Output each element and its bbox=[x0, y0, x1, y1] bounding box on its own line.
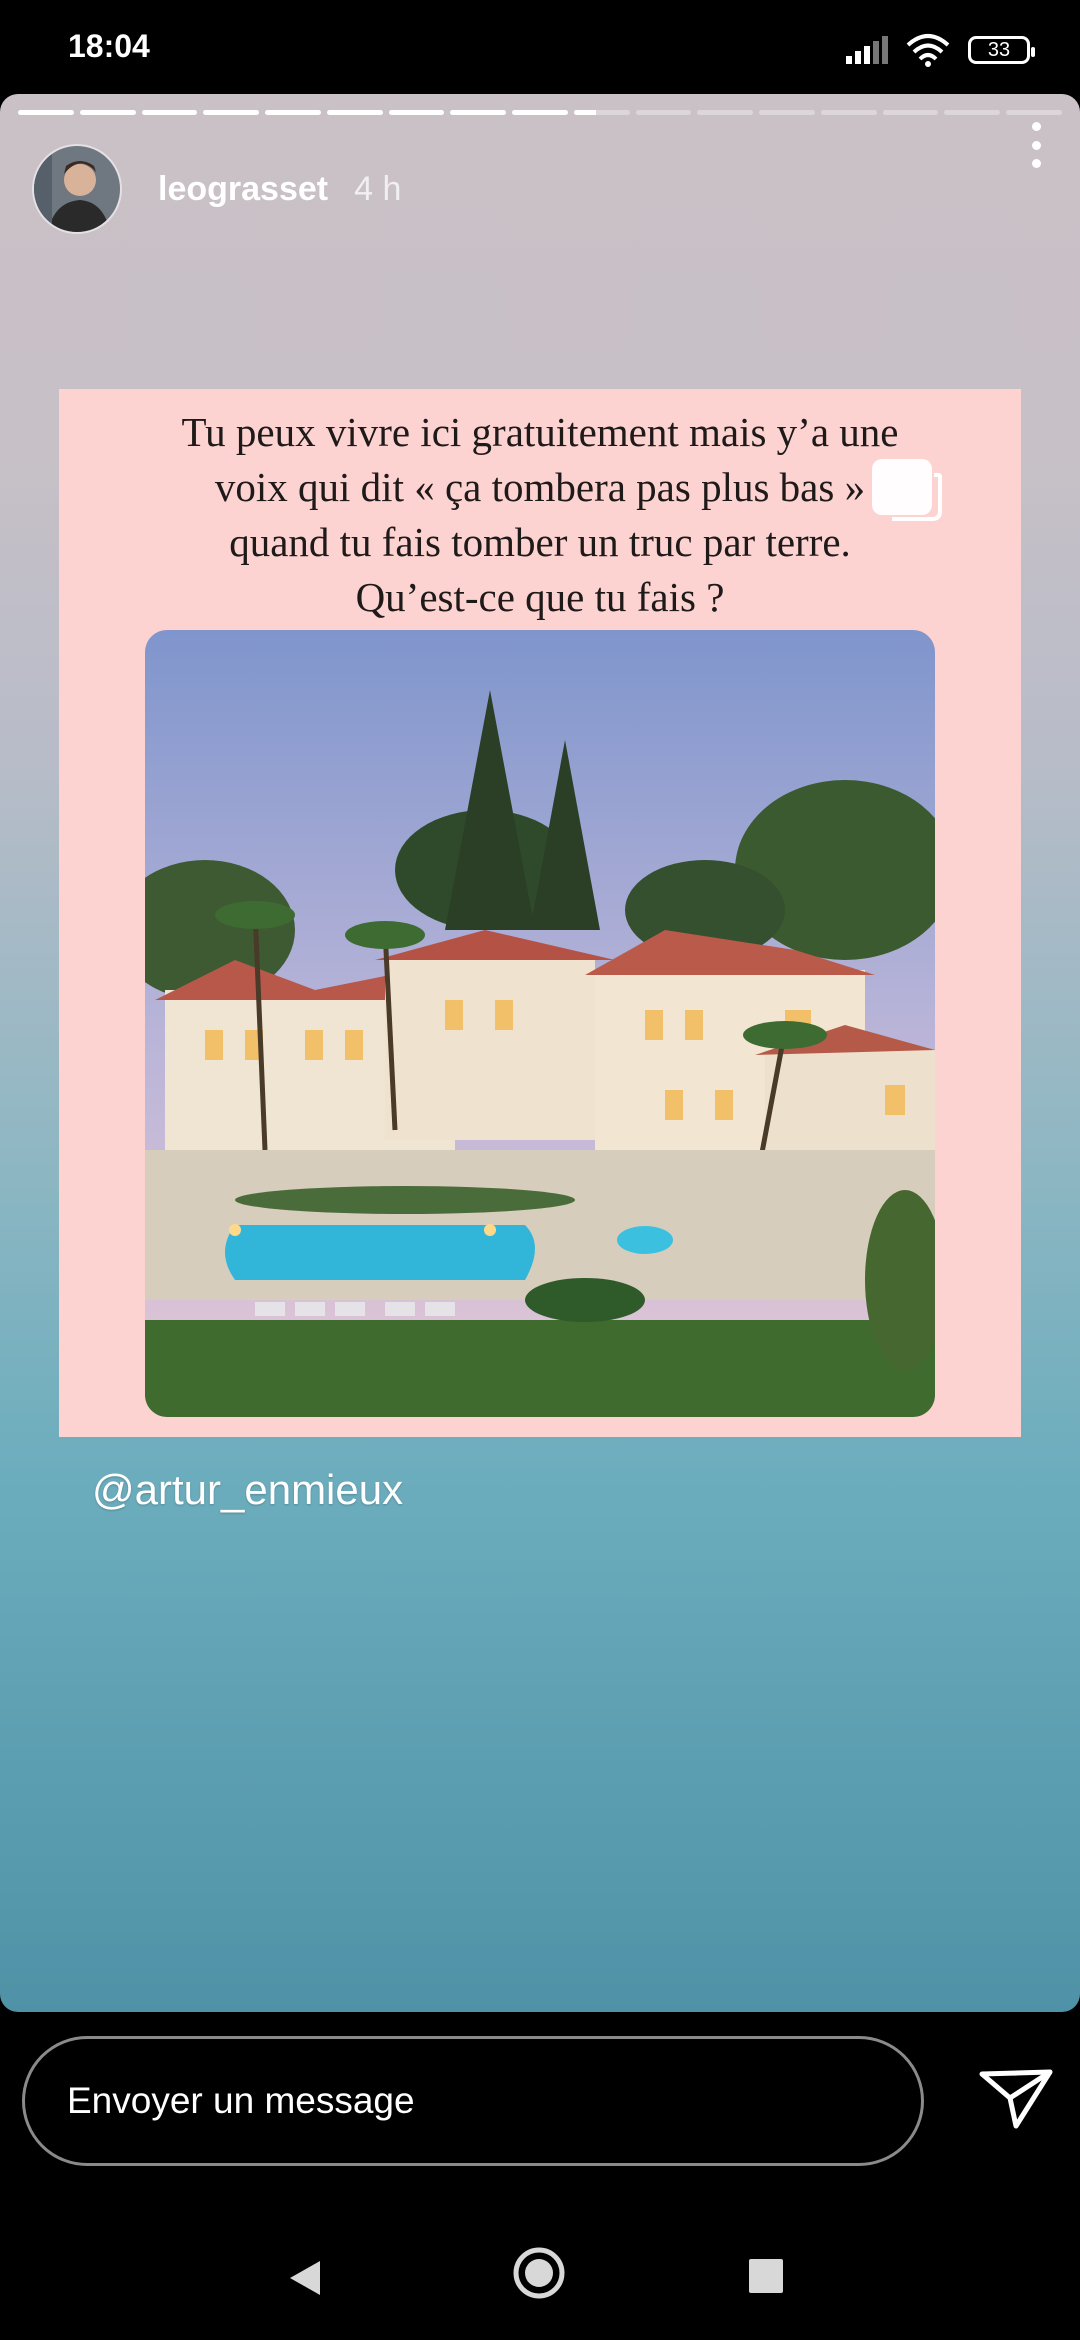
story-timestamp: 4 h bbox=[354, 169, 402, 208]
send-paper-plane-icon[interactable] bbox=[976, 2064, 1056, 2134]
story-progress-segment bbox=[326, 110, 383, 115]
story-header: leograsset 4 h bbox=[32, 144, 1048, 234]
story-progress-segment bbox=[573, 110, 630, 115]
post-text-line: voix qui dit « ça tombera pas plus bas » bbox=[214, 464, 866, 510]
message-input[interactable]: Envoyer un message bbox=[22, 2036, 924, 2166]
story-progress-segment bbox=[265, 110, 321, 115]
wifi-icon bbox=[906, 34, 950, 67]
status-time: 18:04 bbox=[68, 28, 150, 64]
mention-sticker[interactable]: @artur_enmieux bbox=[92, 1466, 403, 1514]
shared-post-card[interactable]: Tu peux vivre ici gratuitement mais y’a … bbox=[59, 389, 1021, 1437]
post-text-line: Qu’est-ce que tu fais ? bbox=[355, 574, 725, 620]
battery-level: 33 bbox=[987, 38, 1011, 61]
username[interactable]: leograsset bbox=[158, 170, 328, 209]
story-progress-segment bbox=[203, 110, 260, 115]
avatar[interactable] bbox=[32, 144, 122, 234]
story-progress-segment bbox=[141, 110, 198, 115]
more-vertical-icon[interactable] bbox=[1026, 122, 1046, 168]
story-progress-segment bbox=[759, 110, 815, 115]
nav-home-icon[interactable] bbox=[512, 2246, 566, 2300]
story-progress-segment bbox=[635, 110, 692, 115]
post-text: Tu peux vivre ici gratuitement mais y’a … bbox=[99, 405, 981, 625]
sticker-icon[interactable] bbox=[868, 455, 942, 523]
nav-recent-icon[interactable] bbox=[749, 2259, 783, 2293]
story-progress-segment bbox=[882, 110, 939, 115]
post-text-line: quand tu fais tomber un truc par terre. bbox=[229, 519, 851, 565]
signal-icon bbox=[846, 36, 888, 64]
status-bar: 18:04 33 bbox=[0, 0, 1080, 96]
nav-back-icon[interactable] bbox=[288, 2259, 322, 2297]
status-icons: 33 bbox=[846, 30, 1035, 70]
story-progress-segment bbox=[697, 110, 754, 115]
story-progress-segment bbox=[944, 110, 1001, 115]
story-progress-segment bbox=[388, 110, 445, 115]
story-progress-bar bbox=[18, 110, 1063, 115]
message-placeholder: Envoyer un message bbox=[67, 2080, 415, 2121]
story-progress-segment bbox=[450, 110, 507, 115]
story-progress-segment bbox=[79, 110, 136, 115]
battery-indicator: 33 bbox=[968, 36, 1035, 64]
story-progress-segment bbox=[18, 110, 74, 115]
story-progress-segment bbox=[820, 110, 877, 115]
story-progress-segment bbox=[512, 110, 568, 115]
post-text-line: Tu peux vivre ici gratuitement mais y’a … bbox=[181, 409, 899, 455]
mansion-photo bbox=[145, 630, 935, 1417]
story-progress-segment bbox=[1006, 110, 1063, 115]
